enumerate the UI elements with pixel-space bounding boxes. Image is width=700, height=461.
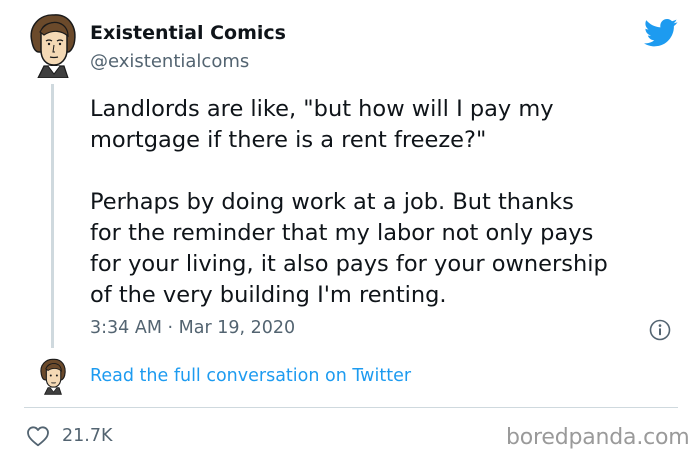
tweet-line: for the reminder that my labor not only … [90, 220, 594, 246]
info-icon[interactable] [649, 319, 671, 341]
watermark: boredpanda.com [506, 425, 690, 450]
thread-line [51, 84, 54, 348]
tweet-line: Perhaps by doing work at a job. But than… [90, 189, 574, 215]
divider [24, 407, 678, 408]
tweet-line: Landlords are like, "but how will I pay … [90, 96, 554, 122]
tweet-text: Landlords are like, "but how will I pay … [90, 94, 695, 311]
read-conversation-link[interactable]: Read the full conversation on Twitter [90, 366, 411, 386]
heart-icon[interactable] [26, 425, 50, 447]
author-display-name[interactable]: Existential Comics [90, 22, 286, 44]
author-avatar[interactable] [26, 12, 80, 78]
tweet-line: of the very building I'm renting. [90, 282, 447, 308]
like-count[interactable]: 21.7K [62, 426, 112, 446]
tweet-timestamp[interactable]: 3:34 AM · Mar 19, 2020 [90, 318, 295, 338]
tweet-line: mortgage if there is a rent freeze?" [90, 127, 487, 153]
author-handle[interactable]: @existentialcoms [90, 51, 249, 72]
twitter-bird-icon[interactable] [644, 18, 678, 48]
tweet-line: for your living, it also pays for your o… [90, 251, 608, 277]
author-avatar-small[interactable] [38, 356, 68, 396]
